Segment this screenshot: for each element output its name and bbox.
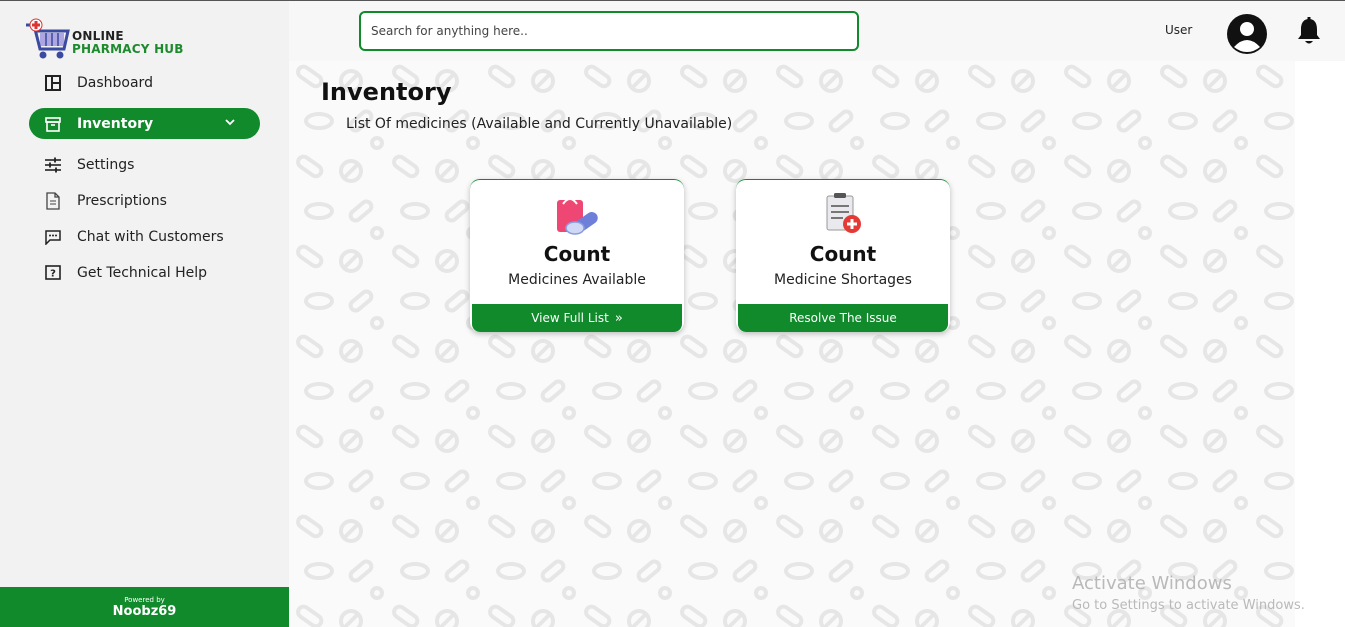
sidebar-item-label: Dashboard	[77, 74, 153, 91]
document-icon	[43, 191, 63, 211]
sidebar-item-label: Get Technical Help	[77, 264, 208, 281]
activate-windows-subtitle: Go to Settings to activate Windows.	[1072, 598, 1305, 613]
page-title: Inventory	[321, 78, 452, 106]
card-action-label: View Full List	[531, 311, 609, 325]
sidebar-item-label: Prescriptions	[77, 192, 167, 209]
sidebar-item-dashboard[interactable]: Dashboard	[29, 67, 260, 98]
resolve-issue-button[interactable]: Resolve The Issue	[738, 304, 948, 332]
avatar-icon[interactable]	[1226, 13, 1268, 55]
logo-text-pharmacy-hub: PHARMACY HUB	[72, 42, 184, 56]
card-medicines-available: Count Medicines Available View Full List…	[470, 179, 684, 332]
main-content: Inventory List Of medicines (Available a…	[289, 61, 1295, 627]
svg-text:?: ?	[50, 268, 56, 279]
help-icon: ?	[43, 263, 63, 283]
inventory-icon	[43, 114, 63, 134]
logo-text-online: ONLINE	[72, 29, 124, 43]
user-label: User	[1165, 23, 1193, 37]
card-label: Medicines Available	[508, 272, 646, 288]
dashboard-icon	[43, 73, 63, 93]
sidebar-item-label: Inventory	[77, 115, 154, 132]
medical-report-icon	[826, 193, 861, 233]
medicine-bag-icon	[557, 198, 598, 235]
activate-windows-title: Activate Windows	[1072, 573, 1232, 594]
card-medicine-shortages: Count Medicine Shortages Resolve The Iss…	[736, 179, 950, 332]
sliders-icon	[43, 155, 63, 175]
search-input[interactable]	[359, 11, 859, 51]
sidebar-item-technical-help[interactable]: ? Get Technical Help	[29, 257, 260, 288]
sidebar-item-label: Settings	[77, 156, 135, 173]
pharmacy-cart-logo-icon	[26, 18, 70, 59]
notification-bell-icon[interactable]	[1296, 17, 1322, 45]
chevron-down-icon[interactable]	[224, 116, 236, 132]
sidebar-item-label: Chat with Customers	[77, 228, 224, 245]
sidebar: ONLINE PHARMACY HUB Dashboard Inventory …	[0, 1, 289, 627]
sidebar-item-prescriptions[interactable]: Prescriptions	[29, 185, 260, 216]
sidebar-item-chat[interactable]: Chat with Customers	[29, 221, 260, 252]
powered-by-label: Powered by	[124, 596, 165, 604]
card-count: Count	[543, 242, 611, 266]
sidebar-item-settings[interactable]: Settings	[29, 149, 260, 180]
card-count: Count	[809, 242, 877, 266]
sidebar-footer: Powered by Noobz69	[0, 587, 289, 627]
page-subtitle: List Of medicines (Available and Current…	[346, 116, 733, 132]
pill-pattern-background	[289, 61, 1295, 627]
view-full-list-button[interactable]: View Full List »	[472, 304, 682, 332]
card-action-label: Resolve The Issue	[789, 311, 897, 325]
sidebar-item-inventory[interactable]: Inventory	[29, 108, 260, 139]
top-header: User	[289, 1, 1345, 61]
chat-icon	[43, 227, 63, 247]
app-logo[interactable]: ONLINE PHARMACY HUB	[24, 17, 194, 65]
powered-by-name: Noobz69	[112, 604, 177, 619]
double-chevron-right-icon: »	[614, 310, 623, 326]
card-label: Medicine Shortages	[774, 272, 912, 288]
